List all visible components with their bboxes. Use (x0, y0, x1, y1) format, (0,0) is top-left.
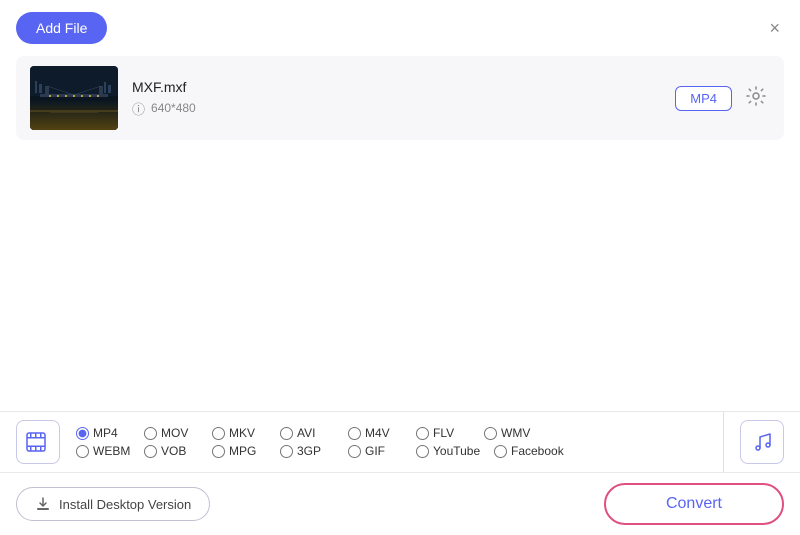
format-bar: MP4 MOV MKV AVI M4V (0, 412, 800, 473)
video-format-icon[interactable] (16, 420, 60, 464)
bottom-bar: MP4 MOV MKV AVI M4V (0, 411, 800, 535)
format-option-mpg[interactable]: MPG (212, 444, 280, 458)
format-radio-3gp[interactable] (280, 445, 293, 458)
file-actions: MP4 (675, 82, 770, 115)
format-option-wmv[interactable]: WMV (484, 426, 552, 440)
action-bar: Install Desktop Version Convert (0, 473, 800, 535)
format-radio-mkv[interactable] (212, 427, 225, 440)
file-meta: ⓘ 640*480 (132, 99, 661, 118)
format-radio-mp4[interactable] (76, 427, 89, 440)
format-radio-m4v[interactable] (348, 427, 361, 440)
format-option-3gp[interactable]: 3GP (280, 444, 348, 458)
add-file-button[interactable]: Add File (16, 12, 107, 44)
format-option-youtube[interactable]: YouTube (416, 444, 494, 458)
format-divider (723, 412, 724, 472)
format-option-mov[interactable]: MOV (144, 426, 212, 440)
format-option-m4v[interactable]: M4V (348, 426, 416, 440)
format-option-vob[interactable]: VOB (144, 444, 212, 458)
format-option-facebook[interactable]: Facebook (494, 444, 572, 458)
file-resolution: 640*480 (151, 101, 196, 115)
music-note-icon (751, 431, 773, 453)
file-info: MXF.mxf ⓘ 640*480 (132, 79, 661, 118)
close-button[interactable]: × (765, 15, 784, 41)
format-option-avi[interactable]: AVI (280, 426, 348, 440)
file-thumbnail (30, 66, 118, 130)
format-radio-webm[interactable] (76, 445, 89, 458)
file-list: MXF.mxf ⓘ 640*480 MP4 (0, 56, 800, 140)
format-option-mp4[interactable]: MP4 (76, 426, 144, 440)
format-option-gif[interactable]: GIF (348, 444, 416, 458)
download-icon (35, 496, 51, 512)
install-desktop-button[interactable]: Install Desktop Version (16, 487, 210, 521)
file-name: MXF.mxf (132, 79, 661, 95)
format-badge[interactable]: MP4 (675, 86, 732, 111)
format-radio-flv[interactable] (416, 427, 429, 440)
format-option-mkv[interactable]: MKV (212, 426, 280, 440)
audio-format-icon[interactable] (740, 420, 784, 464)
file-item: MXF.mxf ⓘ 640*480 MP4 (16, 56, 784, 140)
format-radio-wmv[interactable] (484, 427, 497, 440)
convert-button[interactable]: Convert (604, 483, 784, 525)
format-radio-avi[interactable] (280, 427, 293, 440)
film-icon (26, 432, 50, 452)
format-radio-mpg[interactable] (212, 445, 225, 458)
format-radio-facebook[interactable] (494, 445, 507, 458)
format-option-flv[interactable]: FLV (416, 426, 484, 440)
install-label: Install Desktop Version (59, 497, 191, 512)
format-radio-vob[interactable] (144, 445, 157, 458)
header: Add File × (0, 0, 800, 56)
format-radio-youtube[interactable] (416, 445, 429, 458)
settings-button[interactable] (742, 82, 770, 115)
empty-area (0, 140, 800, 360)
info-icon: ⓘ (132, 99, 145, 118)
format-radio-mov[interactable] (144, 427, 157, 440)
format-radio-gif[interactable] (348, 445, 361, 458)
gear-icon (746, 86, 766, 106)
format-option-webm[interactable]: WEBM (76, 444, 144, 458)
